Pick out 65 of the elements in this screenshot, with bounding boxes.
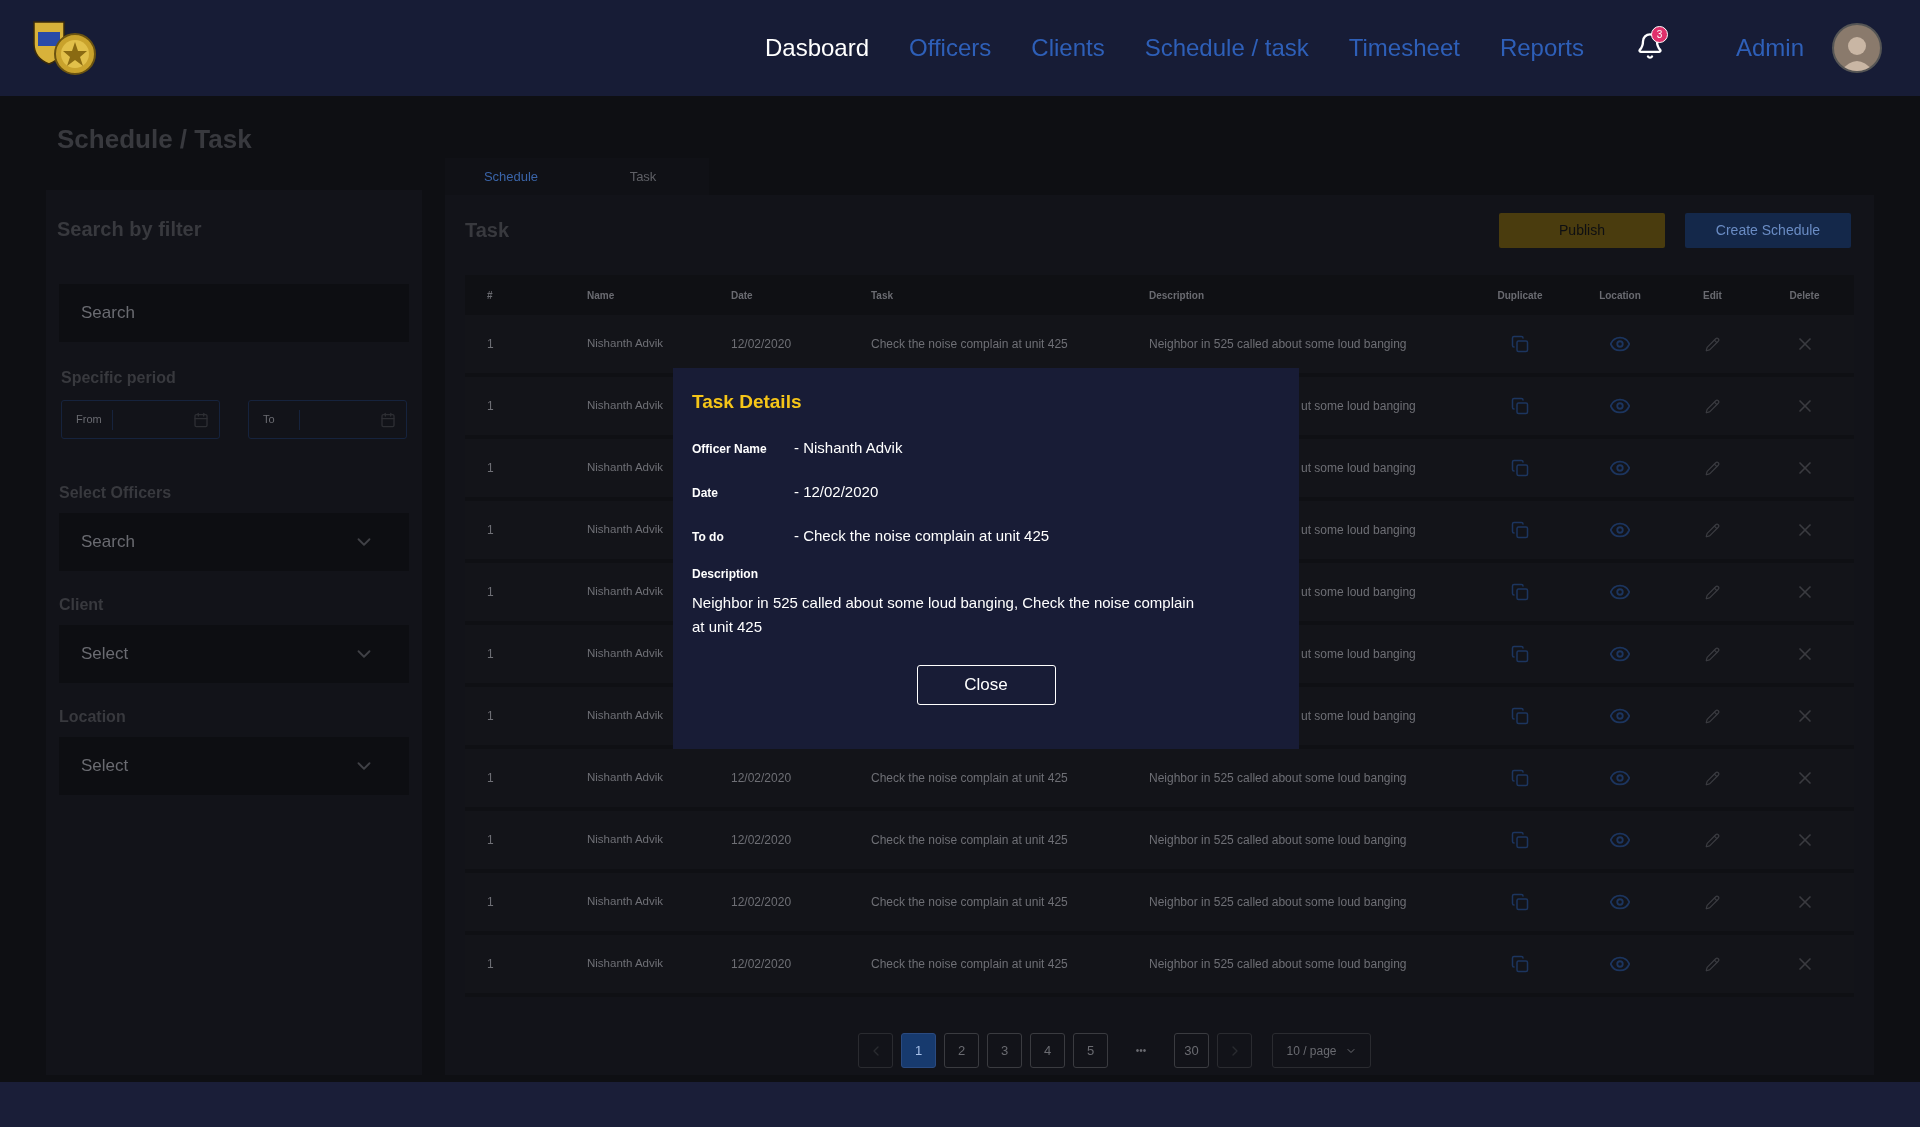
name-cell-text: Nishanth Advik [587,894,664,910]
task-cell-text: Check the noise complain at unit 425 [871,336,1068,353]
description-cell-text: Neighbor in 525 called about some loud banging [1149,336,1407,353]
description-cell-text: ut some loud banging [1301,646,1416,663]
date-cell-text: 12/02/2020 [731,770,792,787]
detail-value: - 12/02/2020 [794,482,879,503]
task-cell-text: Check the noise complain at unit 425 [871,770,1068,787]
date-cell-text: 12/02/2020 [731,832,792,849]
name-cell-text: Nishanth Advik [587,584,664,600]
detail-label: Description [692,565,758,583]
description-cell-text: ut some loud banging [1301,460,1416,477]
name-cell-text: Nishanth Advik [587,522,664,538]
row-number: 1 [486,336,494,353]
row-number: 1 [486,584,494,601]
column-header: Duplicate [1497,288,1543,303]
detail-value: - Nishanth Advik [794,438,903,459]
date-field-label: From [76,412,103,428]
task-cell-text: Check the noise complain at unit 425 [871,956,1068,973]
column-header: Description [1149,288,1205,303]
column-header: Date [731,288,754,303]
description-cell-text: ut some loud banging [1301,708,1416,725]
description-cell-text: Neighbor in 525 called about some loud banging [1149,770,1407,787]
description-cell-text: ut some loud banging [1301,522,1416,539]
date-field-label: To [263,412,276,428]
column-header: Delete [1789,288,1820,303]
description-cell-text: Neighbor in 525 called about some loud banging [1149,832,1407,849]
row-number: 1 [486,646,494,663]
row-number: 1 [486,460,494,477]
detail-value: - Check the noise complain at unit 425 [794,526,1050,547]
row-number: 1 [486,522,494,539]
name-cell-text: Nishanth Advik [587,336,664,352]
name-cell-text: Nishanth Advik [587,398,664,414]
name-cell-text: Nishanth Advik [587,770,664,786]
description-cell-text: ut some loud banging [1301,398,1416,415]
row-number: 1 [486,894,494,911]
column-header: # [486,288,494,303]
row-number: 1 [486,832,494,849]
task-cell-text: Check the noise complain at unit 425 [871,894,1068,911]
description-cell-text: Neighbor in 525 called about some loud banging [1149,894,1407,911]
description-text: Neighbor in 525 called about some loud banging, Check the noise complain at unit 425 [692,592,1195,637]
column-header: Name [587,288,616,303]
row-number: 1 [486,708,494,725]
row-number: 1 [486,770,494,787]
name-cell-text: Nishanth Advik [587,460,664,476]
name-cell-text: Nishanth Advik [587,956,664,972]
column-header: Location [1599,288,1641,303]
row-number: 1 [486,398,494,415]
date-cell-text: 12/02/2020 [731,336,792,353]
pagination-ellipsis: ••• [1134,1044,1148,1058]
name-cell-text: Nishanth Advik [587,646,664,662]
dialog-title: Task Details [692,390,803,414]
column-header: Edit [1703,288,1722,303]
name-cell-text: Nishanth Advik [587,708,664,724]
date-cell-text: 12/02/2020 [731,956,792,973]
row-number: 1 [486,956,494,973]
detail-label: To do [692,528,725,546]
column-header: Task [871,288,895,303]
notification-count-badge: 3 [1650,26,1668,43]
description-cell-text: Neighbor in 525 called about some loud banging [1149,956,1407,973]
detail-label: Date [692,484,719,502]
task-cell-text: Check the noise complain at unit 425 [871,832,1068,849]
detail-label: Officer Name [692,440,768,458]
name-cell-text: Nishanth Advik [587,832,664,848]
description-cell-text: ut some loud banging [1301,584,1416,601]
date-cell-text: 12/02/2020 [731,894,792,911]
